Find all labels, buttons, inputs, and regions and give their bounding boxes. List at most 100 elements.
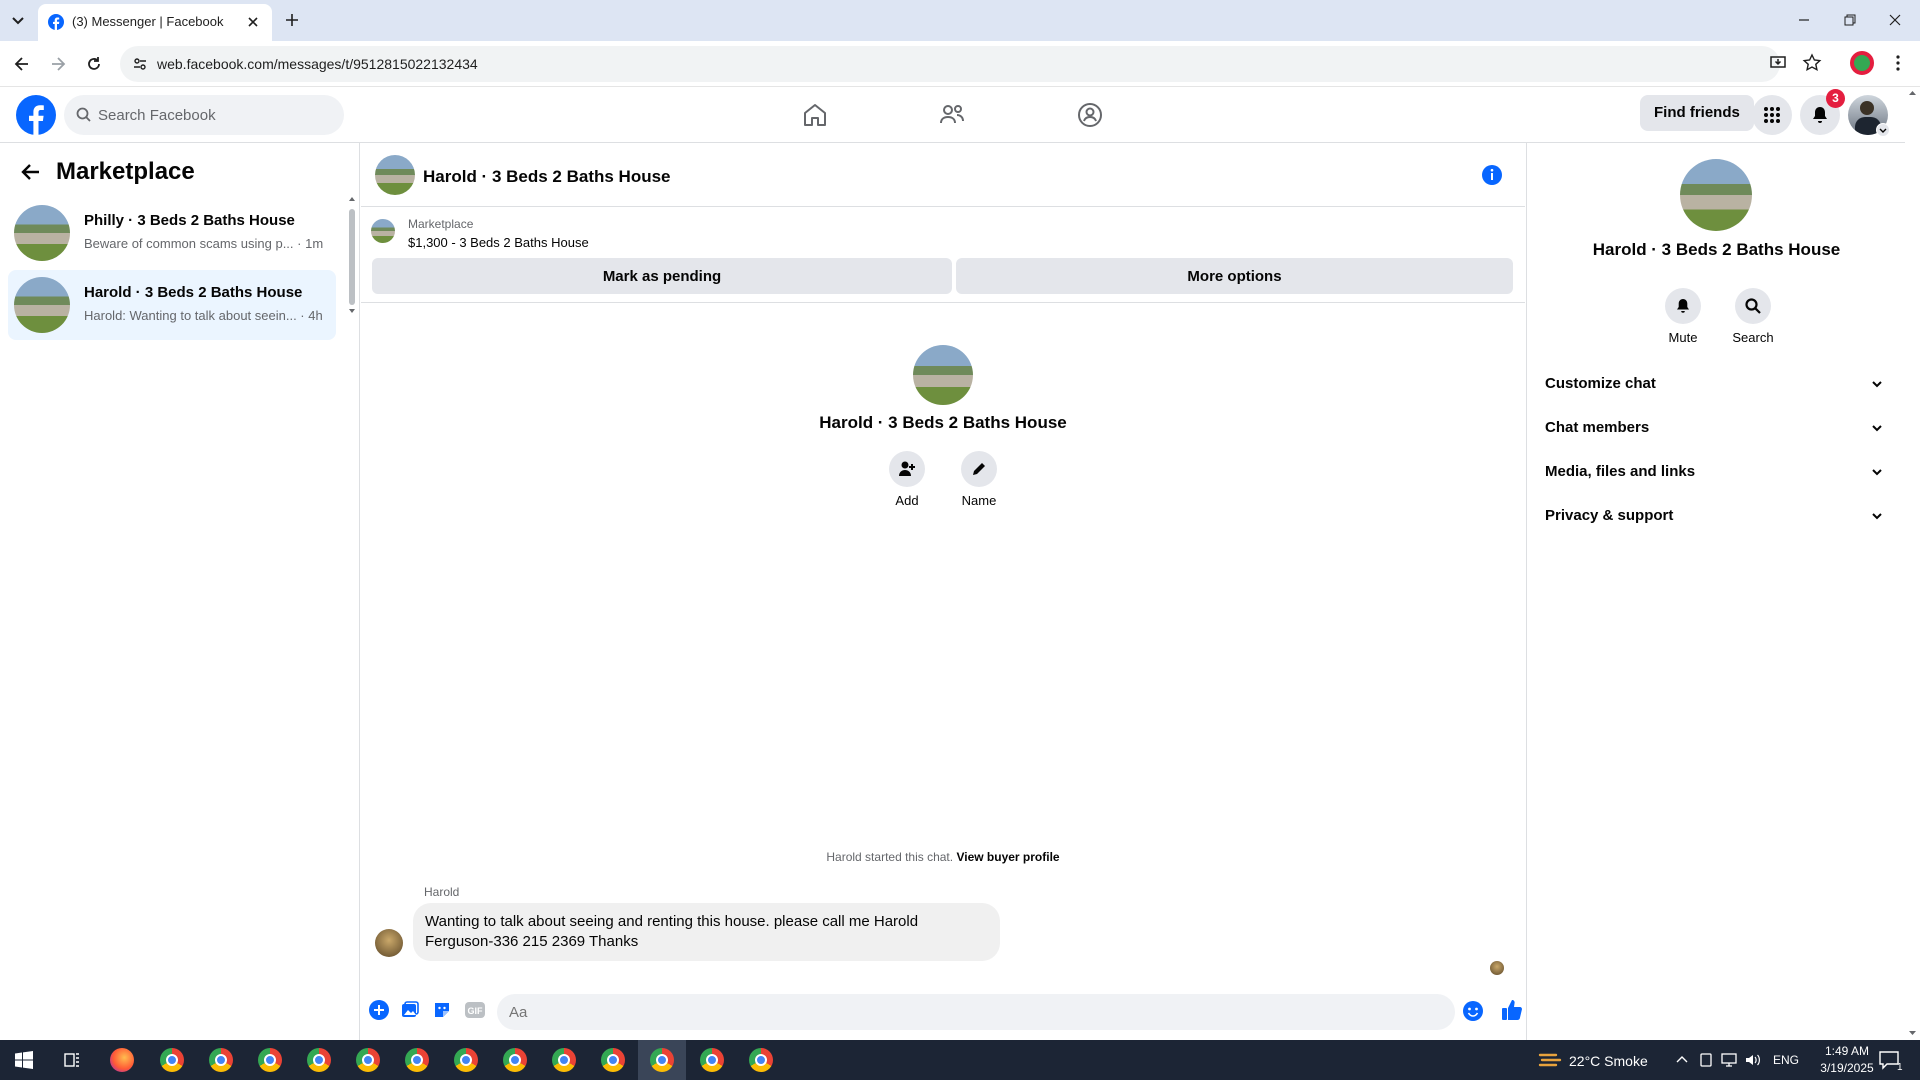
chat-item-name: Philly · 3 Beds 2 Baths House bbox=[84, 212, 295, 229]
clock-time[interactable]: 1:49 AM bbox=[1812, 1044, 1882, 1058]
browser-toolbar: web.facebook.com/messages/t/951281502213… bbox=[0, 41, 1920, 87]
name-action[interactable]: Name bbox=[956, 451, 1002, 508]
mark-as-pending-button[interactable]: Mark as pending bbox=[372, 258, 952, 294]
mute-action[interactable]: Mute bbox=[1658, 288, 1708, 345]
chrome-taskbar-icon[interactable] bbox=[540, 1040, 588, 1080]
back-arrow-icon[interactable] bbox=[20, 161, 42, 183]
media-files-links-section[interactable]: Media, files and links bbox=[1541, 452, 1891, 492]
sticker-icon[interactable] bbox=[432, 1000, 452, 1020]
restore-icon[interactable] bbox=[1842, 12, 1858, 28]
name-label: Name bbox=[961, 493, 997, 508]
message-bubble[interactable]: Wanting to talk about seeing and renting… bbox=[413, 903, 1000, 961]
site-info-icon[interactable] bbox=[132, 56, 148, 72]
firefox-icon[interactable] bbox=[98, 1040, 146, 1080]
network-icon[interactable] bbox=[1720, 1052, 1738, 1068]
chrome-taskbar-icon[interactable] bbox=[197, 1040, 245, 1080]
add-person-icon[interactable] bbox=[889, 451, 925, 487]
conversation-title[interactable]: Harold · 3 Beds 2 Baths House bbox=[423, 167, 671, 187]
chrome-taskbar-icon[interactable] bbox=[491, 1040, 539, 1080]
chrome-taskbar-icon[interactable] bbox=[737, 1040, 785, 1080]
chat-item-harold[interactable]: Harold · 3 Beds 2 Baths House Harold: Wa… bbox=[8, 270, 336, 340]
info-icon[interactable] bbox=[1481, 164, 1503, 186]
plus-circle-icon[interactable] bbox=[368, 999, 390, 1021]
page-scrollbar[interactable] bbox=[1905, 87, 1920, 1040]
chrome-taskbar-icon-active[interactable] bbox=[638, 1040, 686, 1080]
privacy-support-section[interactable]: Privacy & support bbox=[1541, 496, 1891, 536]
profile-avatar-icon[interactable] bbox=[1850, 51, 1874, 75]
search-box[interactable] bbox=[64, 95, 344, 135]
bookmark-star-icon[interactable] bbox=[1802, 53, 1822, 73]
weather-text[interactable]: 22°C Smoke bbox=[1569, 1053, 1648, 1069]
install-app-icon[interactable] bbox=[1768, 53, 1788, 73]
chat-list-scrollbar[interactable] bbox=[348, 195, 356, 315]
more-options-button[interactable]: More options bbox=[956, 258, 1513, 294]
address-bar[interactable]: web.facebook.com/messages/t/951281502213… bbox=[120, 46, 1780, 82]
sender-avatar[interactable] bbox=[375, 929, 403, 957]
customize-chat-section[interactable]: Customize chat bbox=[1541, 364, 1891, 404]
add-action[interactable]: Add bbox=[884, 451, 930, 508]
weather-icon[interactable] bbox=[1538, 1049, 1562, 1071]
search-facebook-input[interactable] bbox=[98, 95, 328, 135]
message-input[interactable] bbox=[497, 994, 1455, 1030]
intro-name: Harold · 3 Beds 2 Baths House bbox=[819, 413, 1067, 432]
conversation-pane: Harold · 3 Beds 2 Baths House Marketplac… bbox=[361, 143, 1525, 1040]
browser-tab-messenger[interactable]: (3) Messenger | Facebook bbox=[38, 4, 272, 41]
section-label: Media, files and links bbox=[1545, 463, 1696, 480]
marketplace-label: Marketplace bbox=[408, 217, 474, 231]
account-chevron-icon[interactable] bbox=[1876, 123, 1890, 137]
chevron-down-icon bbox=[1869, 376, 1885, 392]
new-tab-icon[interactable] bbox=[282, 10, 302, 30]
section-label: Customize chat bbox=[1545, 375, 1656, 392]
search-label: Search bbox=[1732, 330, 1774, 345]
home-nav-icon[interactable] bbox=[801, 101, 829, 129]
facebook-logo-icon[interactable] bbox=[16, 95, 56, 135]
tab-list-chevron-icon[interactable] bbox=[8, 10, 28, 30]
browser-tab-strip: (3) Messenger | Facebook bbox=[0, 0, 1920, 41]
back-icon[interactable] bbox=[12, 54, 32, 74]
message-composer[interactable] bbox=[497, 994, 1455, 1030]
chat-members-section[interactable]: Chat members bbox=[1541, 408, 1891, 448]
chevron-up-icon[interactable] bbox=[1674, 1052, 1690, 1068]
photo-icon[interactable] bbox=[400, 1000, 420, 1020]
device-icon[interactable] bbox=[1698, 1052, 1714, 1068]
groups-nav-icon[interactable] bbox=[1076, 101, 1104, 129]
search-action[interactable]: Search bbox=[1728, 288, 1778, 345]
chat-item-philly[interactable]: Philly · 3 Beds 2 Baths House Beware of … bbox=[8, 198, 336, 268]
bell-icon[interactable] bbox=[1665, 288, 1701, 324]
language-indicator[interactable]: ENG bbox=[1773, 1053, 1799, 1067]
chrome-taskbar-icon[interactable] bbox=[148, 1040, 196, 1080]
gif-icon[interactable]: GIF bbox=[464, 1001, 486, 1019]
chrome-taskbar-icon[interactable] bbox=[344, 1040, 392, 1080]
add-label: Add bbox=[895, 493, 919, 508]
close-window-icon[interactable] bbox=[1887, 12, 1903, 28]
marketplace-chat-list: Marketplace Philly · 3 Beds 2 Baths Hous… bbox=[0, 143, 360, 1040]
view-buyer-profile-link[interactable]: View buyer profile bbox=[956, 850, 1059, 864]
volume-icon[interactable] bbox=[1744, 1052, 1762, 1068]
house-thumbnail bbox=[14, 277, 70, 333]
chrome-taskbar-icon[interactable] bbox=[246, 1040, 294, 1080]
pencil-icon[interactable] bbox=[961, 451, 997, 487]
reload-icon[interactable] bbox=[84, 54, 104, 74]
forward-icon[interactable] bbox=[48, 54, 68, 74]
chrome-taskbar-icon[interactable] bbox=[589, 1040, 637, 1080]
listing-title[interactable]: $1,300 - 3 Beds 2 Baths House bbox=[408, 235, 589, 250]
minimize-icon[interactable] bbox=[1796, 12, 1812, 28]
chrome-taskbar-icon[interactable] bbox=[295, 1040, 343, 1080]
menu-kebab-icon[interactable] bbox=[1888, 53, 1908, 73]
close-tab-icon[interactable] bbox=[246, 15, 260, 29]
section-label: Privacy & support bbox=[1545, 507, 1674, 524]
clock-date[interactable]: 3/19/2025 bbox=[1812, 1061, 1882, 1075]
friends-nav-icon[interactable] bbox=[938, 101, 966, 129]
emoji-icon[interactable] bbox=[1462, 1000, 1484, 1022]
chrome-taskbar-icon[interactable] bbox=[688, 1040, 736, 1080]
chrome-taskbar-icon[interactable] bbox=[393, 1040, 441, 1080]
chrome-taskbar-icon[interactable] bbox=[442, 1040, 490, 1080]
find-friends-button[interactable]: Find friends bbox=[1640, 95, 1754, 131]
windows-start-icon[interactable] bbox=[0, 1040, 48, 1080]
menu-grid-button[interactable] bbox=[1752, 95, 1792, 135]
details-avatar[interactable] bbox=[1680, 159, 1752, 231]
thumbs-up-icon[interactable] bbox=[1500, 998, 1524, 1022]
conversation-avatar[interactable] bbox=[375, 155, 415, 195]
search-icon[interactable] bbox=[1735, 288, 1771, 324]
task-view-icon[interactable] bbox=[48, 1040, 96, 1080]
